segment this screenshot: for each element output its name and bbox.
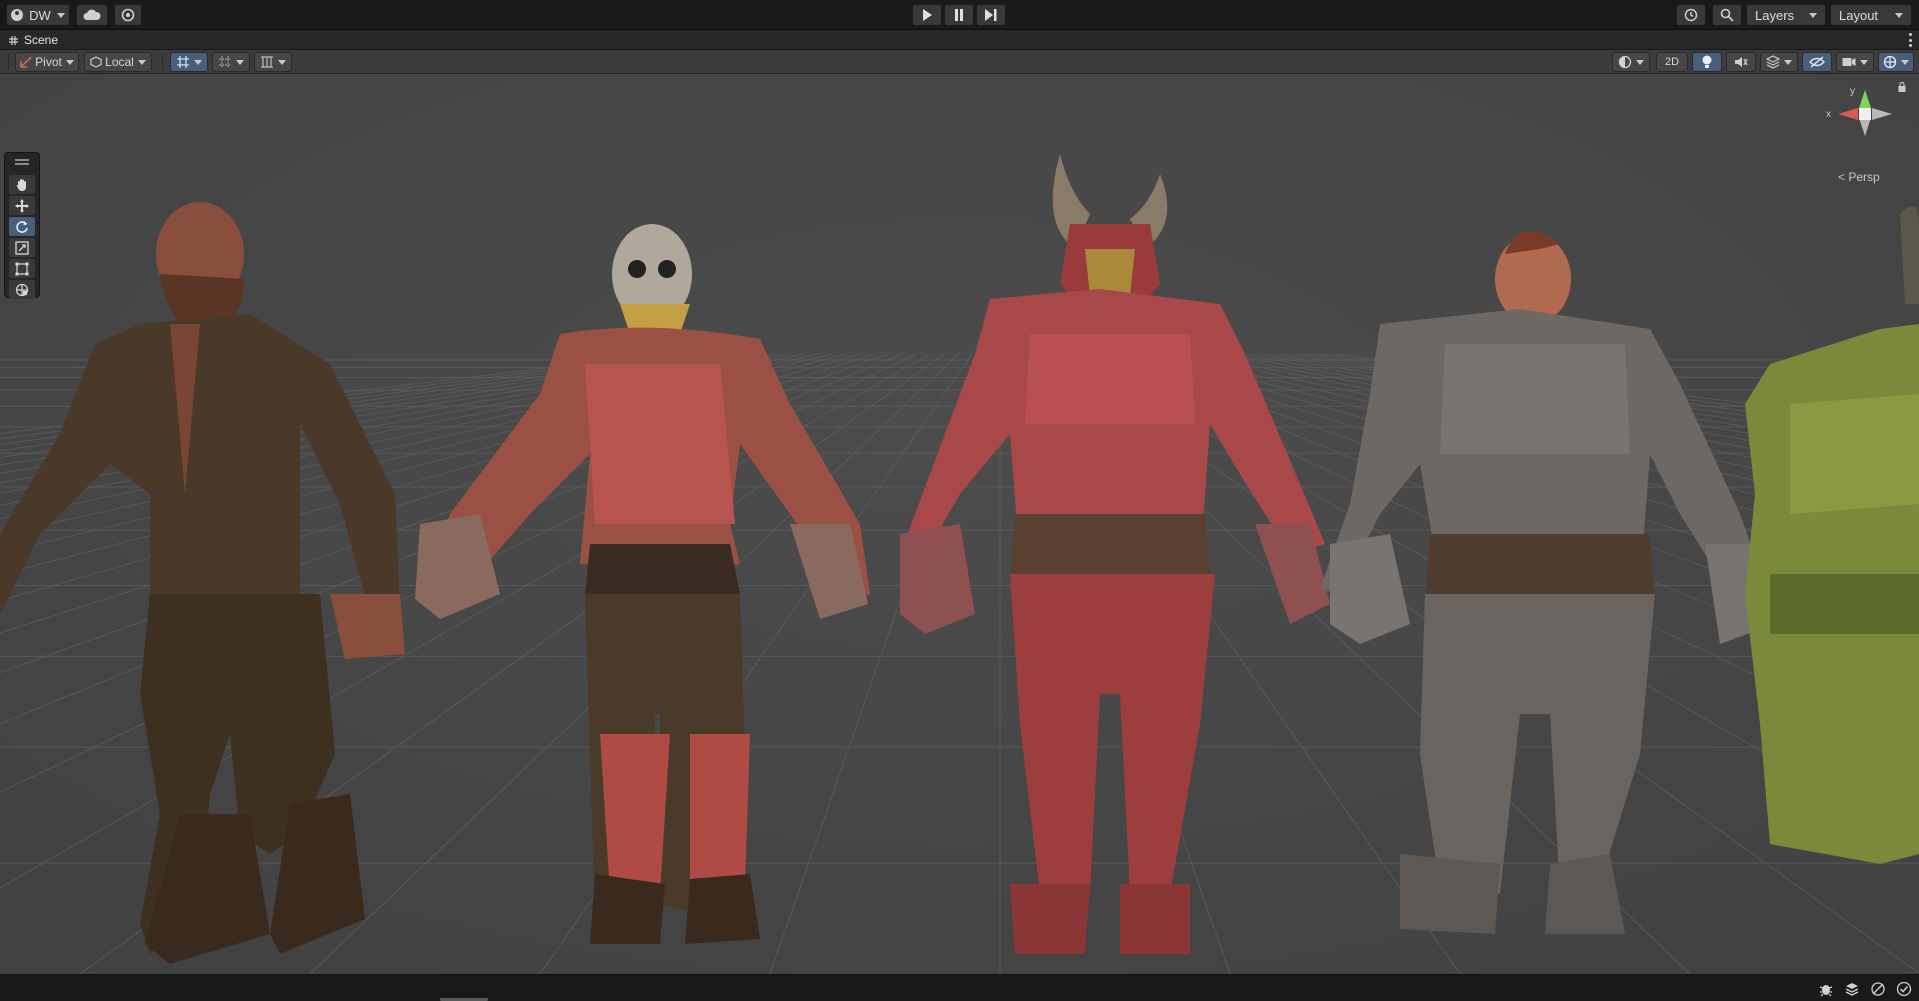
layout-label: Layout [1839, 7, 1879, 23]
hand-tool-icon [16, 178, 26, 191]
stack-icon[interactable] [1844, 981, 1860, 997]
rotate-tool-icon [16, 220, 28, 233]
projection-toggle[interactable]: < Persp [1838, 170, 1880, 184]
hidden-objects-icon [1809, 56, 1825, 68]
main-toolbar: DW Layers Layout [0, 0, 1919, 30]
shading-mode-icon [1618, 55, 1632, 69]
gizmo-neg-x-axis[interactable] [1872, 108, 1892, 120]
gizmo-neg-y-axis[interactable] [1859, 118, 1871, 136]
scene-tab-bar: Scene [0, 30, 1919, 50]
align-icon [261, 56, 273, 68]
audio-icon [1735, 57, 1748, 67]
account-icon [11, 9, 24, 21]
align-button[interactable] [254, 52, 292, 72]
increment-snap-button[interactable] [212, 52, 250, 72]
increment-snap-icon [219, 56, 231, 68]
mode-2d-button[interactable]: 2D [1656, 52, 1688, 72]
scene-viewport[interactable]: y x < Persp [0, 74, 1919, 974]
scale-tool-icon [15, 240, 29, 255]
debug-icon[interactable] [1818, 981, 1834, 997]
layout-dropdown[interactable]: Layout [1830, 4, 1912, 26]
gizmo-x-label: x [1826, 109, 1831, 120]
account-label: DW [29, 7, 51, 23]
account-dropdown[interactable]: DW [6, 4, 70, 26]
tools-overlay [4, 152, 40, 299]
gizmo-axes: y x [1826, 86, 1892, 136]
scene-grid [0, 74, 1919, 974]
local-label: Local [105, 55, 134, 69]
gizmo-y-label: y [1850, 86, 1855, 97]
rect-tool-icon [15, 262, 29, 275]
layers-label: Layers [1755, 7, 1795, 23]
hidden-objects-button[interactable] [1802, 52, 1832, 72]
pivot-icon [20, 56, 32, 68]
effects-icon [1766, 55, 1780, 69]
layers-dropdown[interactable]: Layers [1746, 4, 1826, 26]
gizmos-icon [1883, 55, 1897, 69]
audio-button[interactable] [1726, 52, 1756, 72]
gizmo-x-axis[interactable] [1838, 108, 1858, 120]
cloud-icon [83, 9, 101, 20]
local-dropdown[interactable]: Local [84, 52, 152, 72]
scene-grid-icon [9, 35, 18, 45]
camera-button[interactable] [1836, 52, 1874, 72]
hand-tool-button[interactable] [9, 175, 35, 194]
play-button[interactable] [912, 4, 942, 26]
gizmo-center-cube[interactable] [1859, 108, 1871, 120]
search-icon [1720, 8, 1734, 22]
mode-2d-label: 2D [1664, 56, 1680, 68]
local-icon [90, 56, 102, 68]
projection-label: Persp [1848, 170, 1880, 184]
collab-icon [121, 8, 135, 22]
status-bar [0, 974, 1919, 1001]
gizmos-button[interactable] [1878, 52, 1914, 72]
gizmo-y-axis[interactable] [1859, 90, 1871, 108]
scale-tool-button[interactable] [9, 238, 35, 257]
move-tool-icon [15, 198, 29, 213]
collab-button[interactable] [114, 4, 142, 26]
cloud-button[interactable] [76, 4, 108, 26]
step-button[interactable] [976, 4, 1006, 26]
lighting-button[interactable] [1692, 52, 1722, 72]
effects-button[interactable] [1760, 52, 1798, 72]
hidden-icon[interactable] [1870, 981, 1886, 997]
scene-toolbar: Pivot Local 2D [0, 50, 1919, 74]
scene-tab-title: Scene [24, 33, 59, 47]
search-button[interactable] [1712, 4, 1742, 26]
rotate-tool-button[interactable] [9, 217, 35, 236]
transform-tool-button[interactable] [9, 280, 35, 299]
rect-tool-button[interactable] [9, 259, 35, 278]
pause-icon [955, 9, 963, 21]
pivot-label: Pivot [35, 55, 62, 69]
play-icon [923, 9, 932, 21]
pause-button[interactable] [944, 4, 974, 26]
transform-tool-icon [15, 283, 29, 296]
pivot-dropdown[interactable]: Pivot [15, 52, 79, 72]
grid-snap-button[interactable] [170, 52, 208, 72]
scene-tab[interactable]: Scene [0, 30, 72, 50]
move-tool-button[interactable] [9, 196, 35, 215]
shading-mode-button[interactable] [1612, 52, 1650, 72]
kebab-menu-icon[interactable] [1907, 33, 1913, 47]
step-icon [985, 9, 997, 21]
gizmo-lock-icon[interactable] [1898, 82, 1906, 92]
history-icon [1684, 8, 1698, 22]
check-icon[interactable] [1896, 981, 1912, 997]
grid-snap-icon [177, 56, 189, 68]
orientation-gizmo[interactable]: y x [1820, 82, 1910, 184]
camera-icon [1842, 58, 1856, 66]
lighting-icon [1702, 55, 1712, 68]
history-button[interactable] [1676, 4, 1706, 26]
tools-drag-handle[interactable] [15, 159, 29, 161]
